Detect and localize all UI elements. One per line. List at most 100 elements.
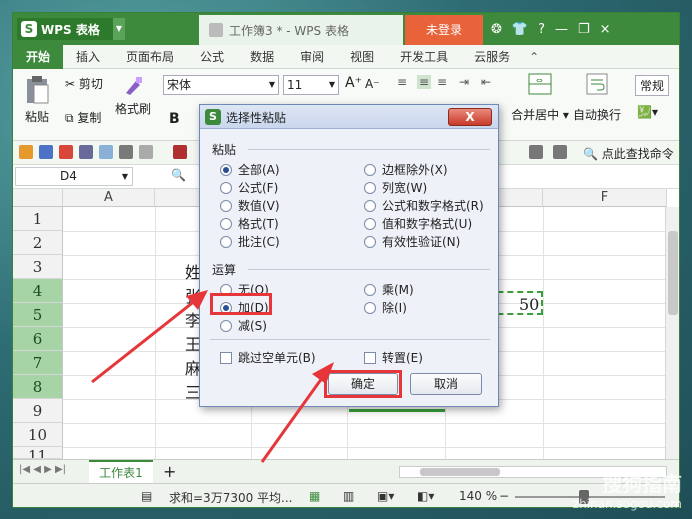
normal-view-icon[interactable]: ▦ <box>309 489 320 503</box>
tab-insert[interactable]: 插入 <box>63 45 113 69</box>
close-button[interactable]: × <box>600 22 611 37</box>
zoom-level[interactable]: 140 % <box>459 489 497 503</box>
wrap-text-button[interactable]: 自动换行 <box>569 73 625 123</box>
row-header-4[interactable]: 4 <box>13 279 63 303</box>
currency-format-icon[interactable]: 💹▾ <box>637 105 658 119</box>
column-header-a[interactable]: A <box>63 189 155 207</box>
tab-cloud[interactable]: 云服务 <box>461 45 523 69</box>
paste-option-validation[interactable]: 有效性验证(N) <box>364 233 460 250</box>
cell-e4[interactable]: 50 <box>519 295 539 314</box>
restore-icon[interactable]: ❐ <box>578 22 590 37</box>
tab-page-layout[interactable]: 页面布局 <box>113 45 187 69</box>
cancel-button[interactable]: 取消 <box>410 373 482 395</box>
minimize-button[interactable]: — <box>555 22 568 37</box>
help-button[interactable]: ? <box>538 22 545 37</box>
command-search-label: 点此查找命令 <box>601 147 674 161</box>
group-divider <box>248 149 490 150</box>
login-button[interactable]: 未登录 <box>405 15 483 45</box>
row-header-10[interactable]: 10 <box>13 423 63 447</box>
tab-data[interactable]: 数据 <box>237 45 287 69</box>
option-label: 跳过空单元(B) <box>238 351 316 365</box>
row-header-1[interactable]: 1 <box>13 207 63 231</box>
paste-option-values-number-formats[interactable]: 值和数字格式(U) <box>364 215 472 232</box>
outdent-icon[interactable]: ⇤ <box>481 75 491 89</box>
sheet-tab-1[interactable]: 工作表1 <box>89 460 153 484</box>
transpose-checkbox[interactable]: 转置(E) <box>364 349 423 366</box>
paste-option-formats[interactable]: 格式(T) <box>220 215 279 232</box>
row-header-5[interactable]: 5 <box>13 303 63 327</box>
wps-logo-icon: S <box>205 109 221 125</box>
name-box[interactable]: D4 ▼ <box>15 167 133 186</box>
shirt-icon[interactable]: 👕 <box>512 22 528 37</box>
select-all-corner[interactable] <box>13 189 63 207</box>
row-header-6[interactable]: 6 <box>13 327 63 351</box>
align-middle-icon[interactable]: ≡ <box>417 75 432 89</box>
zoom-out-icon[interactable]: − <box>499 489 509 503</box>
row-header-8[interactable]: 8 <box>13 375 63 399</box>
decrease-font-icon[interactable]: A⁻ <box>365 77 380 91</box>
ribbon-collapse-icon[interactable]: ⌃ <box>529 50 539 64</box>
pointer-icon[interactable] <box>173 145 187 159</box>
operation-multiply[interactable]: 乘(M) <box>364 281 414 298</box>
bold-icon[interactable]: B <box>169 111 180 127</box>
align-bottom-icon[interactable]: ≡ <box>437 75 447 89</box>
print-icon[interactable] <box>79 145 93 159</box>
merge-center-label: 合并居中 <box>511 108 560 122</box>
row-header-7[interactable]: 7 <box>13 351 63 375</box>
row-header-3[interactable]: 3 <box>13 255 63 279</box>
command-search[interactable]: 🔍 点此查找命令 <box>583 145 674 162</box>
horizontal-scrollbar-thumb[interactable] <box>420 468 500 476</box>
paste-option-formulas[interactable]: 公式(F) <box>220 179 278 196</box>
operation-divide[interactable]: 除(I) <box>364 299 407 316</box>
vertical-scrollbar-thumb[interactable] <box>668 231 678 315</box>
pdf-export-icon[interactable] <box>59 145 73 159</box>
tab-developer[interactable]: 开发工具 <box>387 45 461 69</box>
sheet-nav-first-icon[interactable]: |◀ ◀ ▶ ▶| <box>19 464 66 475</box>
paste-option-all[interactable]: 全部(A) <box>220 161 280 178</box>
document-tab[interactable]: 工作簿3 * - WPS 表格 <box>199 15 403 45</box>
eye-protection-icon[interactable]: ◧▾ <box>417 489 434 503</box>
tab-formulas[interactable]: 公式 <box>187 45 237 69</box>
print-preview-icon[interactable] <box>99 145 113 159</box>
format-painter-button[interactable]: 格式刷 <box>113 75 153 117</box>
cut-button[interactable]: ✂ 剪切 <box>65 75 103 92</box>
paste-option-comments[interactable]: 批注(C) <box>220 233 280 250</box>
tab-review[interactable]: 审阅 <box>287 45 337 69</box>
reading-mode-icon[interactable]: ▣▾ <box>377 489 394 503</box>
dialog-title: 选择性粘贴 <box>226 111 287 125</box>
redo-icon[interactable] <box>139 145 153 159</box>
add-sheet-icon[interactable]: + <box>163 462 176 481</box>
vertical-scrollbar[interactable] <box>665 207 679 459</box>
open-folder-icon[interactable] <box>19 145 33 159</box>
tab-home[interactable]: 开始 <box>13 44 64 69</box>
increase-font-icon[interactable]: A⁺ <box>345 75 362 91</box>
skin-icon[interactable]: ❂ <box>491 22 502 37</box>
indent-icon[interactable]: ⇥ <box>459 75 469 89</box>
font-name-select[interactable]: 宋体 ▼ <box>163 75 279 95</box>
paste-option-all-except-borders[interactable]: 边框除外(X) <box>364 161 448 178</box>
paste-option-formulas-number-formats[interactable]: 公式和数字格式(R) <box>364 197 484 214</box>
align-top-icon[interactable]: ≡ <box>397 75 407 89</box>
row-header-9[interactable]: 9 <box>13 399 63 423</box>
merge-center-button[interactable]: ⇔ 合并居中 ▾ <box>507 73 573 123</box>
undo-icon[interactable] <box>119 145 133 159</box>
paste-option-values[interactable]: 数值(V) <box>220 197 280 214</box>
column-header-f[interactable]: F <box>543 189 667 207</box>
filter-icon[interactable] <box>553 145 567 159</box>
paste-option-column-widths[interactable]: 列宽(W) <box>364 179 427 196</box>
skip-blanks-checkbox[interactable]: 跳过空单元(B) <box>220 349 316 366</box>
page-break-view-icon[interactable]: ▥ <box>343 489 354 503</box>
row-header-11[interactable]: 11 <box>13 447 63 459</box>
row-header-2[interactable]: 2 <box>13 231 63 255</box>
app-menu-button[interactable]: S WPS 表格 ▼ <box>17 18 125 40</box>
save-icon[interactable] <box>39 145 53 159</box>
number-format-select[interactable]: 常规 <box>635 75 670 96</box>
zoom-formula-icon[interactable]: 🔍 <box>171 168 186 182</box>
paste-button[interactable]: 粘贴 <box>19 75 55 125</box>
tab-view[interactable]: 视图 <box>337 45 387 69</box>
operation-subtract[interactable]: 减(S) <box>220 317 267 334</box>
font-size-select[interactable]: 11 ▼ <box>283 75 339 95</box>
copy-button[interactable]: ⧉ 复制 <box>65 109 101 126</box>
dialog-close-button[interactable]: X <box>448 108 492 126</box>
d-icon[interactable] <box>529 145 543 159</box>
